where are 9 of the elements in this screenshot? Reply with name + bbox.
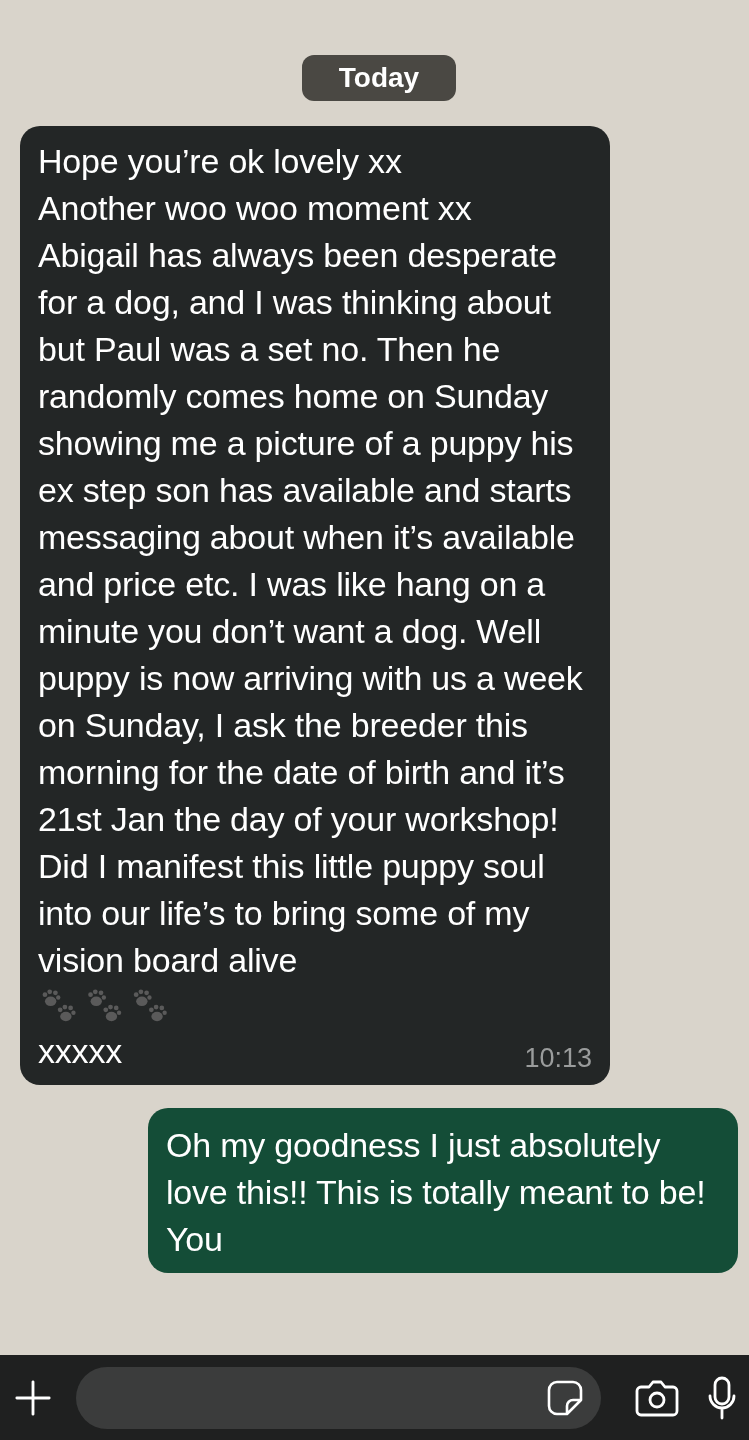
message-text: Oh my goodness I just absolutely love this!! This is totally meant to be! You	[166, 1125, 707, 1260]
date-chip: Today	[301, 55, 457, 101]
camera-icon[interactable]	[635, 1378, 679, 1417]
sticker-icon[interactable]	[547, 1379, 583, 1416]
microphone-icon[interactable]	[707, 1375, 737, 1420]
message-text: Hope you’re ok lovely xx Another woo woo moment xx Abigail has always been desperate for a dog, and I was thinking about but Paul was a set no. Then he randomly comes home on Sunday showing me a picture of a puppy his ex step son has available and starts messaging about when it’s available and price etc. I was like hang on a minute you don’t want a dog. Well puppy is now arriving with us a week on Sunday, I ask the breeder this morning for the date of birth and it’s 21st Jan the day of your workshop! Did I manifest this little puppy soul into our life’s to bring some of my vision board alive	[38, 141, 584, 981]
message-time: 10:13	[524, 1042, 592, 1075]
plus-icon[interactable]	[14, 1378, 52, 1417]
message-text: xxxxx	[38, 1031, 122, 1072]
